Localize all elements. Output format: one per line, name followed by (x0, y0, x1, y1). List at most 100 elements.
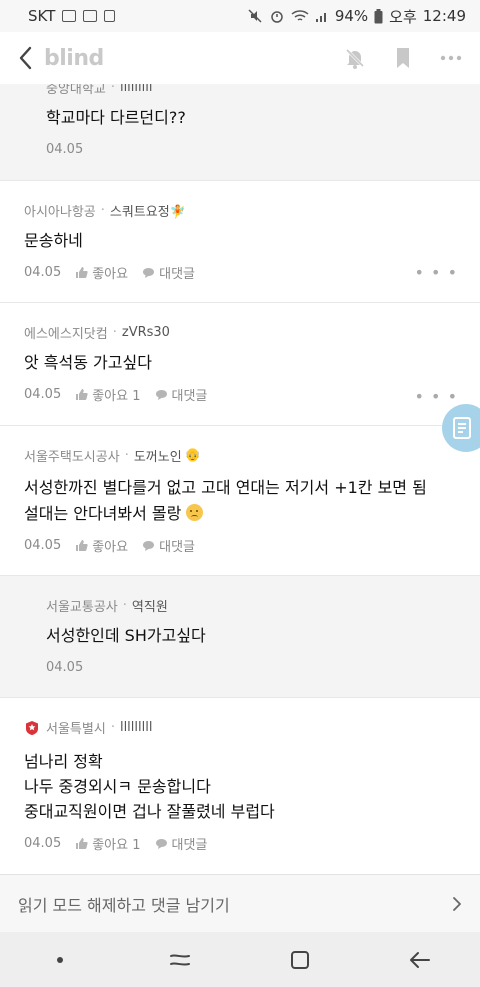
company-name: 에스에스지닷컴 (24, 327, 108, 342)
like-label: 좋아요 1 (92, 838, 141, 853)
home-square-icon (291, 950, 309, 969)
comment-date: 04.05 (24, 538, 62, 553)
chevron-right-icon (453, 896, 461, 911)
comment-item: 중앙대학교 · lllllllll 학교마다 다르던디?? 04.05 (0, 84, 480, 181)
comment-date: 04.05 (24, 836, 62, 851)
like-label: 좋아요 (92, 540, 129, 555)
comment-text-line: 설대는 안다녀봐서 몰랑 (24, 504, 182, 523)
bell-off-icon (345, 48, 365, 69)
reply-button[interactable]: 대댓글 (155, 385, 208, 404)
company-name: 중앙대학교 (46, 84, 106, 97)
comment-item: 서울주택도시공사 · 도꺼노인 👴 서성한까진 별다를거 없고 고대 연대는 저… (0, 426, 480, 576)
like-label: 좋아요 (92, 267, 129, 282)
speech-bubble-icon (143, 267, 155, 278)
like-button[interactable]: 좋아요 1 (75, 834, 141, 853)
back-button[interactable] (6, 32, 44, 84)
comment-text-line: 서성한까진 별다를거 없고 고대 연대는 저기서 +1칸 보면 됨 (24, 478, 427, 497)
bookmark-button[interactable] (390, 45, 416, 71)
nickname: lllllllll (119, 720, 153, 735)
sad-face-emoji-icon (186, 504, 204, 521)
comment-text: 앗 흑석동 가고싶다 (24, 353, 152, 372)
like-label: 좋아요 1 (92, 389, 141, 404)
system-navigation-bar (0, 932, 480, 987)
like-button[interactable]: 좋아요 (75, 263, 128, 282)
comment-more-button[interactable]: • • • (415, 387, 458, 406)
notification-off-button[interactable] (342, 45, 368, 71)
comment-text: 학교마다 다르던디?? (46, 108, 186, 127)
speech-bubble-icon (155, 389, 167, 400)
carrier-label: SKT (28, 7, 56, 25)
status-bar: SKT 94% 오후 12:49 (0, 0, 480, 32)
seoul-city-badge-icon (26, 720, 38, 735)
top-bar: blind (0, 32, 480, 84)
thumbs-up-icon (76, 267, 88, 278)
blind-logo: blind (44, 45, 104, 71)
document-icon (453, 417, 471, 439)
nav-dot-button[interactable] (30, 940, 90, 980)
comment-item: 아시아나항공 · 스쿼트요정🧚 문송하네 04.05 좋아요 대댓글 • • • (0, 181, 480, 303)
like-button[interactable]: 좋아요 1 (75, 385, 141, 404)
comment-text-line: 나두 중경외시ㅋ 문송합니다 (24, 777, 211, 796)
nickname: 도꺼노인 (133, 450, 182, 465)
image-notification-icon (62, 10, 77, 22)
reply-label: 대댓글 (159, 540, 195, 555)
thumbs-up-icon (76, 389, 88, 400)
exit-reading-mode-bar[interactable]: 읽기 모드 해제하고 댓글 남기기 (0, 874, 480, 932)
reply-label: 대댓글 (159, 267, 195, 282)
nickname: lllllllll (119, 84, 153, 95)
battery-icon (374, 8, 383, 23)
comment-text-line: 중대교직원이면 겁나 잘풀렸네 부럽다 (24, 802, 275, 821)
reply-button[interactable]: 대댓글 (142, 536, 195, 555)
comment-date: 04.05 (46, 660, 84, 675)
bookmark-icon (397, 48, 409, 68)
speech-bubble-icon (155, 838, 167, 849)
wifi-icon (291, 10, 309, 21)
comment-text: 문송하네 (24, 231, 83, 250)
more-horizontal-icon (440, 55, 462, 61)
time-label: 12:49 (422, 7, 466, 25)
recent-apps-icon (170, 953, 190, 966)
comment-date: 04.05 (24, 265, 62, 280)
comment-date: 04.05 (46, 142, 84, 157)
chevron-left-icon (19, 46, 32, 70)
thumbs-up-icon (76, 838, 88, 849)
company-name: 아시아나항공 (24, 205, 96, 220)
thumbs-up-icon (76, 540, 88, 551)
comment-item: 서울교통공사 · 역직원 서성한인데 SH가고싶다 04.05 (0, 576, 480, 698)
home-button[interactable] (270, 940, 330, 980)
reply-button[interactable]: 대댓글 (155, 834, 208, 853)
time-ampm: 오후 (389, 7, 417, 26)
elder-emoji-icon: 👴 (184, 448, 201, 463)
system-back-button[interactable] (390, 940, 450, 980)
nickname: 스쿼트요정🧚 (109, 205, 186, 220)
comment-item: 서울특별시 · lllllllll 넘나리 정확 나두 중경외시ㅋ 문송합니다 … (0, 698, 480, 874)
battery-percent: 94% (334, 7, 369, 25)
comment-list[interactable]: 중앙대학교 · lllllllll 학교마다 다르던디?? 04.05 아시아나… (0, 84, 480, 874)
alarm-icon (271, 11, 283, 23)
signal-icon (315, 13, 326, 22)
speech-bubble-icon (143, 540, 155, 551)
recent-apps-button[interactable] (150, 940, 210, 980)
reply-button[interactable]: 대댓글 (142, 263, 195, 282)
company-name: 서울교통공사 (46, 600, 118, 615)
nickname: 역직원 (131, 600, 168, 615)
comment-text-line: 넘나리 정확 (24, 752, 103, 771)
comment-text: 서성한인데 SH가고싶다 (46, 626, 206, 645)
company-name: 서울주택도시공사 (24, 450, 120, 465)
more-menu-button[interactable] (438, 45, 464, 71)
comment-date: 04.05 (24, 387, 62, 402)
like-button[interactable]: 좋아요 (75, 536, 128, 555)
mute-icon (248, 9, 262, 23)
exit-reading-mode-label: 읽기 모드 해제하고 댓글 남기기 (18, 895, 230, 915)
company-name: 서울특별시 (46, 722, 106, 737)
reply-label: 대댓글 (171, 389, 208, 404)
comment-more-button[interactable]: • • • (415, 263, 458, 282)
nickname: zVRs30 (121, 325, 170, 340)
phone-notification-icon (104, 10, 116, 22)
comment-meta: 중앙대학교 · lllllllll (46, 84, 456, 97)
comment-item: 에스에스지닷컴 · zVRs30 앗 흑석동 가고싶다 04.05 좋아요 1 … (0, 303, 480, 426)
back-arrow-icon (410, 951, 430, 968)
reply-label: 대댓글 (171, 838, 208, 853)
dot-icon (57, 956, 63, 963)
pulse-notification-icon (83, 10, 98, 22)
